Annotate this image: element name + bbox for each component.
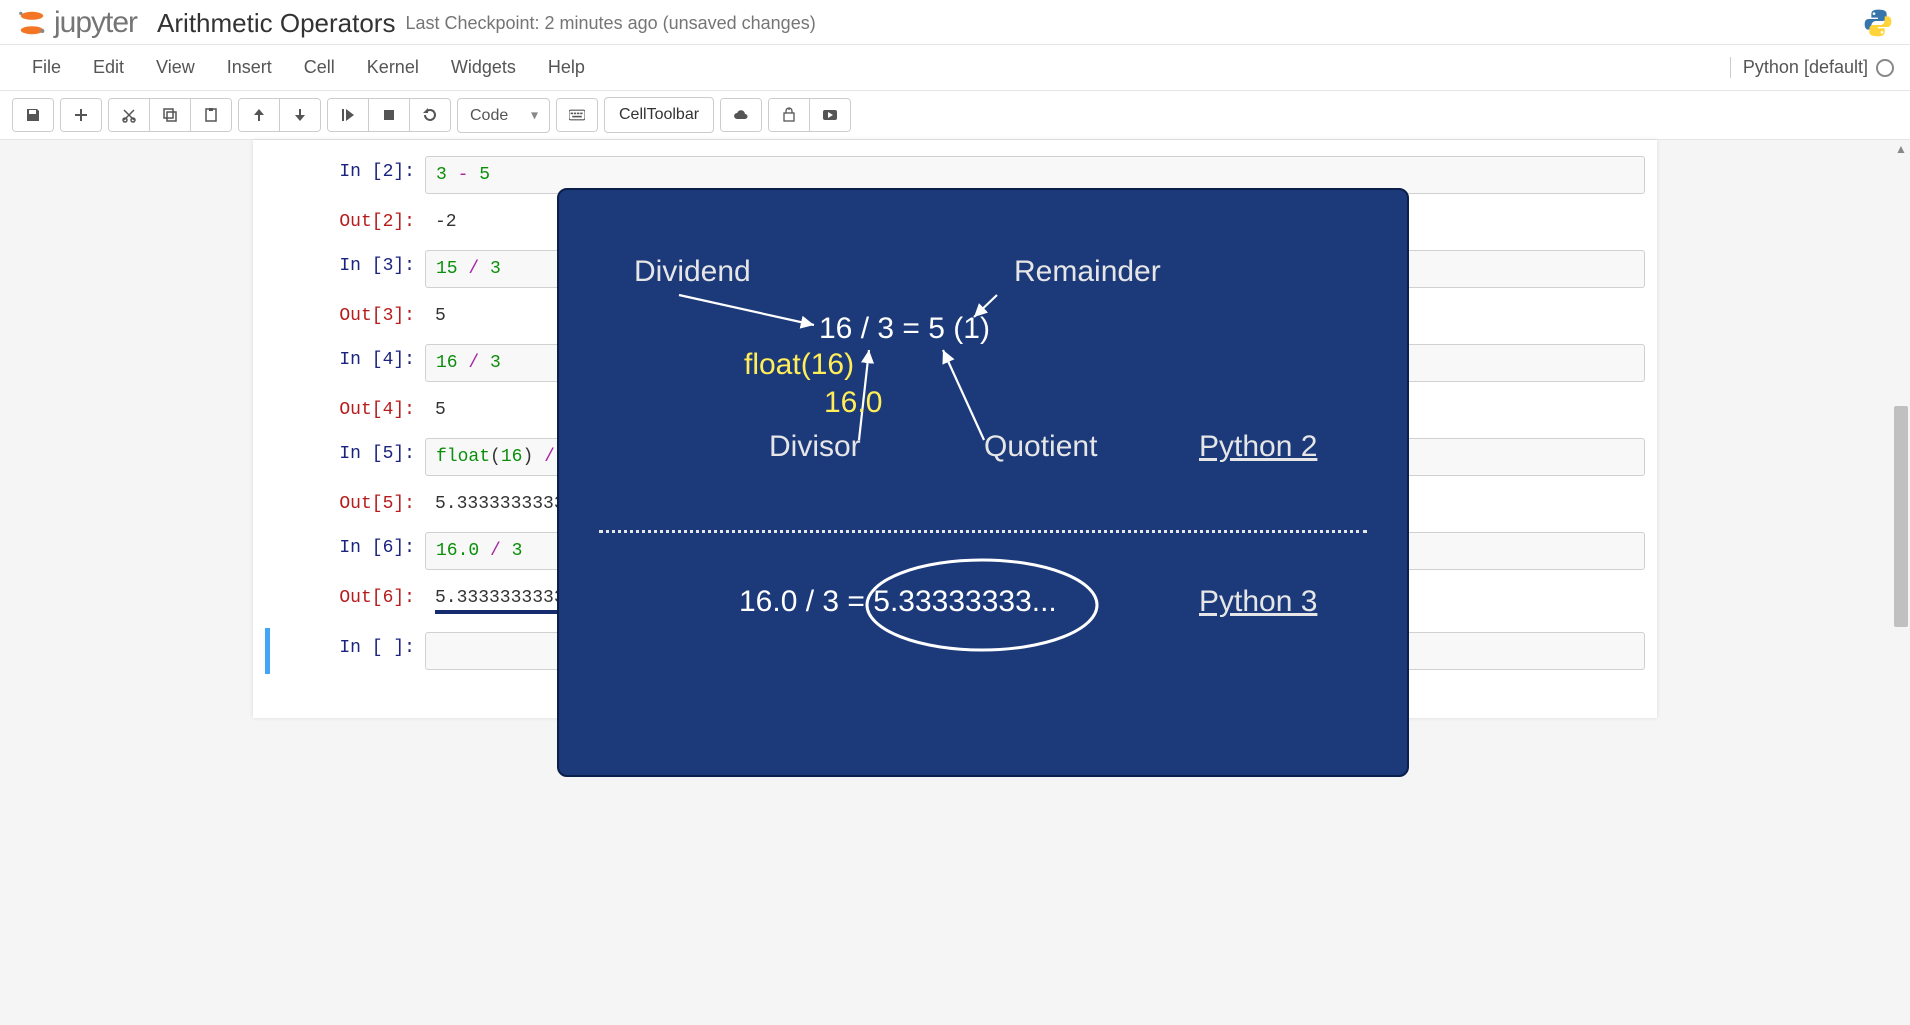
- jupyter-logo[interactable]: jupyter: [16, 6, 137, 40]
- checkpoint-text: Last Checkpoint: 2 minutes ago (unsaved …: [405, 13, 815, 34]
- app-name: jupyter: [54, 6, 137, 40]
- in-prompt: In [6]:: [265, 532, 425, 570]
- equation-top: 16 / 3 = 5 (1): [819, 312, 990, 346]
- scroll-up-icon[interactable]: ▲: [1895, 142, 1907, 154]
- menu-edit[interactable]: Edit: [77, 49, 140, 86]
- menu-kernel[interactable]: Kernel: [351, 49, 435, 86]
- in-prompt: In [ ]:: [270, 632, 425, 670]
- scroll-thumb[interactable]: [1894, 406, 1908, 627]
- label-remainder: Remainder: [1014, 255, 1161, 289]
- in-prompt: In [4]:: [265, 344, 425, 382]
- out-prompt: Out[2]:: [265, 206, 425, 238]
- overlay-divider: [599, 530, 1367, 533]
- menu-insert[interactable]: Insert: [211, 49, 288, 86]
- label-dividend: Dividend: [634, 255, 751, 289]
- present-button[interactable]: [769, 99, 810, 131]
- menu-help[interactable]: Help: [532, 49, 601, 86]
- command-palette-button[interactable]: [557, 99, 597, 131]
- menu-view[interactable]: View: [140, 49, 211, 86]
- header: jupyter Arithmetic Operators Last Checkp…: [0, 0, 1910, 45]
- toolbar: Code CellToolbar: [0, 91, 1910, 140]
- cloud-download-button[interactable]: [721, 99, 761, 131]
- restart-button[interactable]: [410, 99, 450, 131]
- out-prompt: Out[5]:: [265, 488, 425, 520]
- notebook-container: In [2]: 3 - 5 Out[2]: -2 In [3]: 15 / 3 …: [0, 140, 1910, 1025]
- label-python2: Python 2: [1199, 430, 1317, 464]
- move-up-button[interactable]: [239, 99, 280, 131]
- menu-file[interactable]: File: [16, 49, 77, 86]
- cut-button[interactable]: [109, 99, 150, 131]
- label-divisor: Divisor: [769, 430, 861, 464]
- annotation-overlay: Dividend Remainder 16 / 3 = 5 (1) float(…: [557, 188, 1409, 777]
- copy-button[interactable]: [150, 99, 191, 131]
- kernel-name: Python [default]: [1743, 57, 1868, 78]
- in-prompt: In [2]:: [265, 156, 425, 194]
- in-prompt: In [5]:: [265, 438, 425, 476]
- label-python3: Python 3: [1199, 585, 1317, 619]
- menubar: File Edit View Insert Cell Kernel Widget…: [0, 45, 1910, 91]
- float16-value: 16.0: [824, 386, 882, 420]
- out-prompt: Out[6]:: [265, 582, 425, 620]
- menu-widgets[interactable]: Widgets: [435, 49, 532, 86]
- cell-type-select[interactable]: Code: [457, 98, 550, 133]
- python-icon: [1862, 7, 1894, 39]
- interrupt-button[interactable]: [369, 99, 410, 131]
- equation-bottom: 16.0 / 3 = 5.33333333...: [739, 585, 1057, 619]
- label-quotient: Quotient: [984, 430, 1097, 464]
- run-button[interactable]: [328, 99, 369, 131]
- slideshow-button[interactable]: [810, 99, 850, 131]
- jupyter-icon: [16, 7, 48, 39]
- scrollbar[interactable]: ▲: [1892, 140, 1910, 1025]
- add-cell-button[interactable]: [61, 99, 101, 131]
- paste-button[interactable]: [191, 99, 231, 131]
- out-prompt: Out[4]:: [265, 394, 425, 426]
- kernel-indicator[interactable]: Python [default]: [1730, 57, 1894, 78]
- in-prompt: In [3]:: [265, 250, 425, 288]
- menu-cell[interactable]: Cell: [288, 49, 351, 86]
- cell-toolbar-button[interactable]: CellToolbar: [604, 97, 714, 133]
- float16-label: float(16): [744, 348, 854, 382]
- move-down-button[interactable]: [280, 99, 320, 131]
- out-prompt: Out[3]:: [265, 300, 425, 332]
- save-button[interactable]: [13, 99, 53, 131]
- kernel-status-icon: [1876, 59, 1894, 77]
- notebook-title[interactable]: Arithmetic Operators: [157, 8, 395, 39]
